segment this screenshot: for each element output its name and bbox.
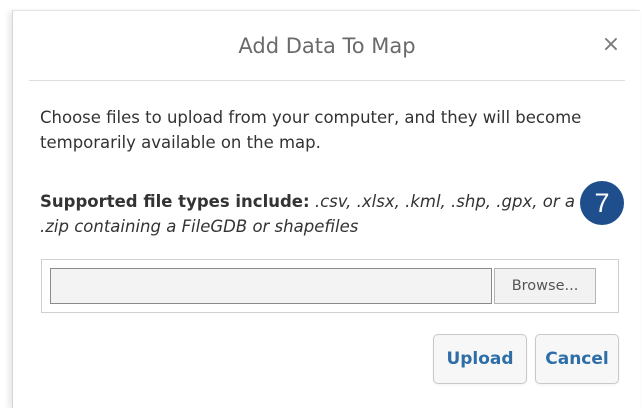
dialog-title: Add Data To Map [238,34,416,58]
close-icon[interactable]: × [599,33,623,57]
cancel-button[interactable]: Cancel [535,334,619,384]
file-input-row: Browse... [41,259,619,313]
browse-button[interactable]: Browse... [494,268,596,304]
header-divider [29,80,625,81]
add-data-dialog: Add Data To Map × Choose files to upload… [12,10,640,408]
file-types-label: Supported file types include: [40,192,310,211]
intro-text: Choose files to upload from your compute… [40,108,582,152]
dialog-header: Add Data To Map × [13,11,641,81]
supported-file-types: Supported file types include: .csv, .xls… [40,189,585,239]
step-number-badge: 7 [580,181,624,225]
upload-button[interactable]: Upload [433,334,527,384]
file-path-field[interactable] [50,268,492,304]
